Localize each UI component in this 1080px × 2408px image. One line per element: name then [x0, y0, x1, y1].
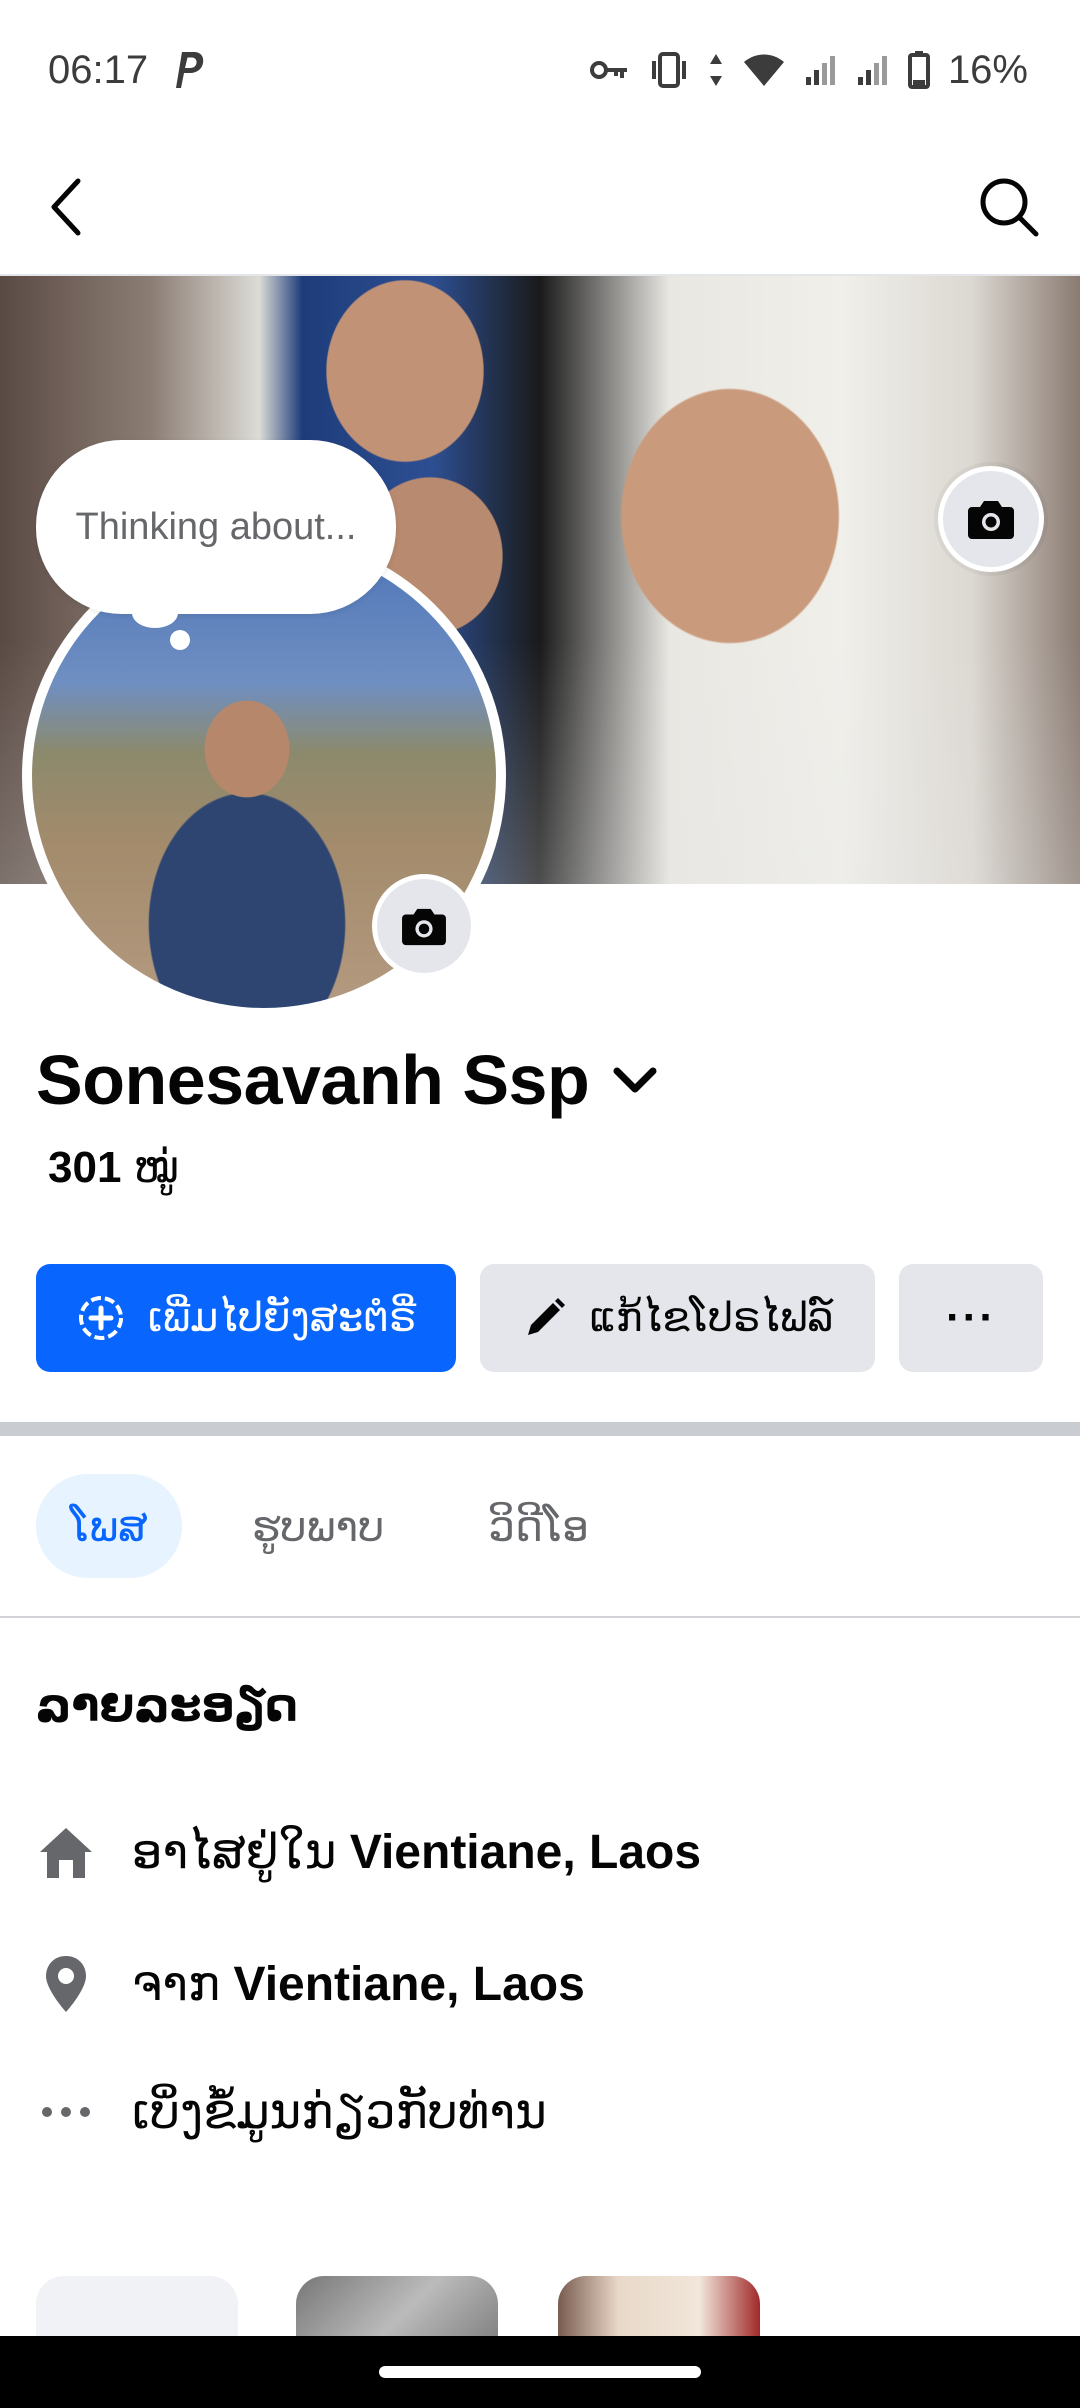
add-to-story-button[interactable]: ເພີ່ມໄປຍັງສະຕໍຣີ່: [36, 1264, 456, 1372]
bubble-tail: [132, 598, 178, 628]
status-time: 06:17: [48, 47, 149, 92]
more-icon: ···: [946, 1293, 996, 1342]
more-dots-icon: [36, 2082, 96, 2142]
friends-count[interactable]: 301 ໝູ່: [48, 1142, 179, 1193]
edit-profile-picture-button[interactable]: [372, 874, 476, 978]
lives-in-place[interactable]: Vientiane, Laos: [350, 1826, 701, 1879]
status-right: 16%: [589, 47, 1028, 93]
system-navigation-bar: [0, 2336, 1080, 2408]
search-icon: [980, 178, 1039, 237]
chevron-left-icon: [51, 178, 81, 236]
parking-icon: [170, 48, 206, 92]
details-title: ລາຍລະອຽດ: [36, 1679, 299, 1731]
chevron-down-icon: [613, 1067, 657, 1093]
app-header: [0, 140, 1080, 276]
section-divider: [0, 1422, 1080, 1436]
add-story-icon: [78, 1296, 123, 1340]
wifi-icon: [742, 52, 786, 88]
friends-label: ໝູ່: [133, 1143, 179, 1192]
camera-icon: [968, 501, 1014, 539]
home-gesture-handle[interactable]: [379, 2366, 701, 2378]
more-options-button[interactable]: ···: [899, 1264, 1043, 1372]
from-place[interactable]: Vientiane, Laos: [234, 1958, 585, 2011]
tabs-divider: [0, 1616, 1080, 1618]
see-about-info[interactable]: ເບິ່ງຂໍ້ມູນກ່ຽວກັບທ່ານ: [36, 2082, 547, 2142]
camera-icon: [402, 908, 446, 946]
thought-bubble-text: Thinking about...: [75, 505, 357, 548]
profile-tabs: ໂພສ ຮູບພາບ ວິດີໂອ: [36, 1474, 623, 1578]
battery-icon: [907, 51, 930, 89]
location-pin-icon: [36, 1954, 96, 2014]
edit-profile-label: ແກ້ໄຂໂປຣໄຟລ໌: [589, 1296, 834, 1340]
see-about-label: ເບິ່ງຂໍ້ມູນກ່ຽວກັບທ່ານ: [132, 2086, 547, 2139]
from-prefix: ຈາກ: [132, 1958, 221, 2011]
signal-icon: [856, 53, 890, 87]
pencil-icon: [527, 1298, 565, 1335]
bubble-tail: [170, 630, 190, 650]
key-icon: [589, 58, 630, 82]
search-button[interactable]: [978, 176, 1040, 238]
lives-in-prefix: ອາໄສຢູ່ໃນ: [132, 1826, 337, 1879]
tab-videos[interactable]: ວິດີໂອ: [454, 1474, 623, 1578]
edit-profile-button[interactable]: ແກ້ໄຂໂປຣໄຟລ໌: [480, 1264, 875, 1372]
profile-name: Sonesavanh Ssp: [36, 1041, 590, 1119]
thought-bubble[interactable]: Thinking about...: [36, 440, 396, 614]
signal-icon: [804, 53, 838, 87]
detail-lives-in: ອາໄສຢູ່ໃນ Vientiane, Laos: [36, 1822, 701, 1882]
add-to-story-label: ເພີ່ມໄປຍັງສະຕໍຣີ່: [147, 1296, 417, 1340]
status-left: 06:17: [48, 48, 206, 93]
battery-percent: 16%: [947, 47, 1028, 92]
back-button[interactable]: [46, 175, 86, 239]
tab-photos[interactable]: ຮູບພາບ: [218, 1474, 419, 1578]
edit-cover-photo-button[interactable]: [938, 466, 1044, 572]
home-icon: [36, 1822, 96, 1882]
tab-posts[interactable]: ໂພສ: [36, 1474, 182, 1578]
detail-from: ຈາກ Vientiane, Laos: [36, 1954, 585, 2014]
friends-number: 301: [48, 1143, 122, 1192]
data-arrows-icon: [708, 52, 724, 88]
profile-name-row[interactable]: Sonesavanh Ssp: [36, 1040, 659, 1120]
profile-actions: ເພີ່ມໄປຍັງສະຕໍຣີ່ ແກ້ໄຂໂປຣໄຟລ໌ ···: [36, 1264, 1043, 1372]
status-bar: 06:17 16%: [0, 0, 1080, 140]
vibrate-icon: [648, 52, 690, 88]
